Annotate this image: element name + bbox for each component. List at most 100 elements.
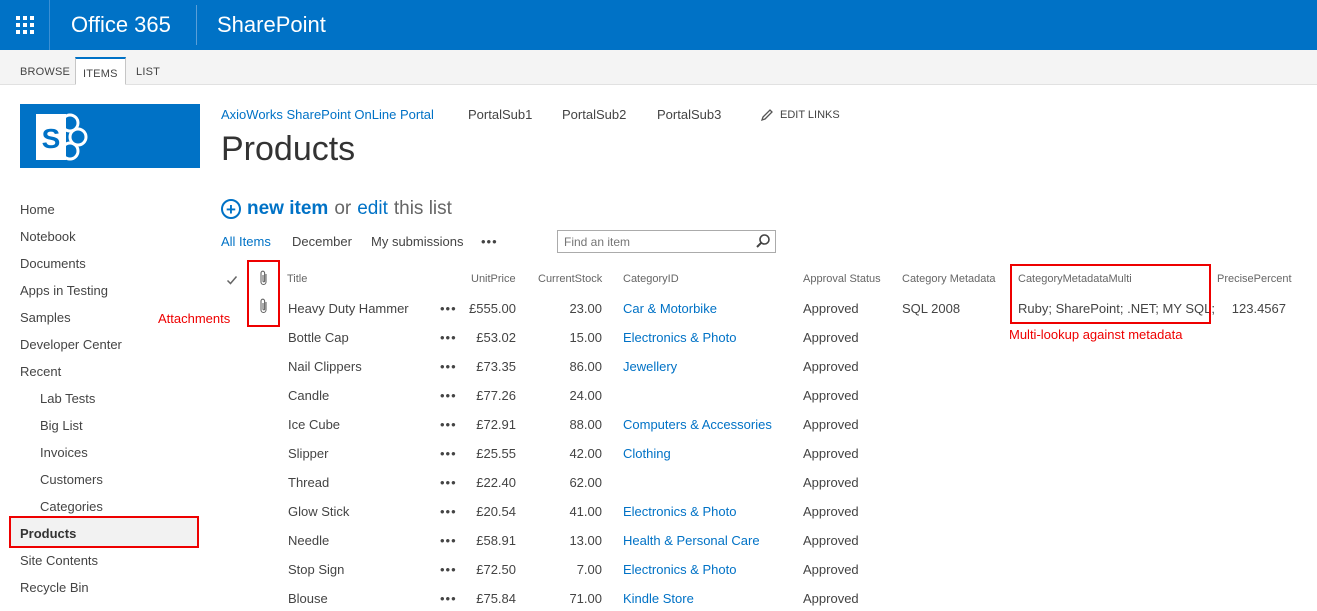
column-header-precise-percent[interactable]: PrecisePercent xyxy=(1217,273,1292,285)
column-header-category-metadata[interactable]: Category Metadata xyxy=(902,273,996,285)
item-title[interactable]: Stop Sign xyxy=(288,562,344,577)
item-categoryid-link[interactable]: Electronics & Photo xyxy=(623,330,736,345)
new-item-link[interactable]: new item xyxy=(247,198,328,220)
item-categoryid-link[interactable]: Car & Motorbike xyxy=(623,301,717,316)
item-approval-status: Approved xyxy=(803,591,859,606)
view-all-items[interactable]: All Items xyxy=(221,234,271,249)
item-title[interactable]: Thread xyxy=(288,475,329,490)
item-currentstock: 23.00 xyxy=(569,301,602,316)
leftnav-invoices[interactable]: Invoices xyxy=(40,445,88,460)
item-menu-button[interactable]: ••• xyxy=(440,417,457,432)
leftnav-recycle-bin[interactable]: Recycle Bin xyxy=(20,580,89,595)
search-icon[interactable] xyxy=(755,233,771,249)
pencil-icon xyxy=(760,109,773,122)
checkmark-icon[interactable] xyxy=(226,274,238,286)
edit-links-button[interactable]: EDIT LINKS xyxy=(760,108,840,122)
item-unitprice: £75.84 xyxy=(476,591,516,606)
item-approval-status: Approved xyxy=(803,417,859,432)
topnav-portalsub1[interactable]: PortalSub1 xyxy=(468,107,532,122)
tab-browse[interactable]: BROWSE xyxy=(13,57,77,85)
item-currentstock: 88.00 xyxy=(569,417,602,432)
item-approval-status: Approved xyxy=(803,388,859,403)
item-approval-status: Approved xyxy=(803,475,859,490)
tab-items[interactable]: ITEMS xyxy=(75,57,126,85)
view-december[interactable]: December xyxy=(292,234,352,249)
leftnav-samples[interactable]: Samples xyxy=(20,310,71,325)
search-input[interactable] xyxy=(557,230,776,253)
column-header-categoryid[interactable]: CategoryID xyxy=(623,273,679,285)
plus-circle-icon[interactable]: + xyxy=(221,199,241,219)
item-title[interactable]: Heavy Duty Hammer xyxy=(288,301,409,316)
item-unitprice: £73.35 xyxy=(476,359,516,374)
app-launcher-icon[interactable] xyxy=(0,0,50,50)
item-categoryid-link[interactable]: Electronics & Photo xyxy=(623,562,736,577)
leftnav-customers[interactable]: Customers xyxy=(40,472,103,487)
item-categoryid-link[interactable]: Computers & Accessories xyxy=(623,417,772,432)
column-header-approval-status[interactable]: Approval Status xyxy=(803,273,881,285)
column-header-unitprice[interactable]: UnitPrice xyxy=(471,273,516,285)
leftnav-site-contents[interactable]: Site Contents xyxy=(20,553,98,568)
item-title[interactable]: Nail Clippers xyxy=(288,359,362,374)
item-categoryid-link[interactable]: Kindle Store xyxy=(623,591,694,606)
item-title[interactable]: Needle xyxy=(288,533,329,548)
annotation-attachments-label: Attachments xyxy=(158,311,231,326)
item-menu-button[interactable]: ••• xyxy=(440,504,457,519)
item-approval-status: Approved xyxy=(803,359,859,374)
item-title[interactable]: Glow Stick xyxy=(288,504,349,519)
leftnav-developer-center[interactable]: Developer Center xyxy=(20,337,122,352)
this-list-text: this list xyxy=(393,198,452,219)
topnav-portalsub3[interactable]: PortalSub3 xyxy=(657,107,721,122)
item-categoryid-link[interactable]: Electronics & Photo xyxy=(623,504,736,519)
leftnav-documents[interactable]: Documents xyxy=(20,256,86,271)
site-logo[interactable]: S xyxy=(20,104,200,168)
item-unitprice: £53.02 xyxy=(476,330,516,345)
topnav-portalsub2[interactable]: PortalSub2 xyxy=(562,107,626,122)
leftnav-home[interactable]: Home xyxy=(20,202,55,217)
leftnav-notebook[interactable]: Notebook xyxy=(20,229,76,244)
edit-list-link[interactable]: edit xyxy=(357,198,388,220)
item-categoryid-link[interactable]: Jewellery xyxy=(623,359,677,374)
leftnav-categories[interactable]: Categories xyxy=(40,499,103,514)
new-item-bar: + new item or edit this list xyxy=(221,198,452,220)
item-approval-status: Approved xyxy=(803,504,859,519)
item-menu-button[interactable]: ••• xyxy=(440,330,457,345)
item-menu-button[interactable]: ••• xyxy=(440,359,457,374)
tab-list[interactable]: LIST xyxy=(129,57,167,85)
leftnav-apps-in-testing[interactable]: Apps in Testing xyxy=(20,283,108,298)
item-menu-button[interactable]: ••• xyxy=(440,388,457,403)
item-menu-button[interactable]: ••• xyxy=(440,446,457,461)
item-unitprice: £25.55 xyxy=(476,446,516,461)
column-header-title[interactable]: Title xyxy=(287,273,307,285)
topnav-site[interactable]: AxioWorks SharePoint OnLine Portal xyxy=(221,107,434,122)
or-text: or xyxy=(334,198,352,219)
sharepoint-logo-icon: S xyxy=(36,113,88,161)
leftnav-big-list[interactable]: Big List xyxy=(40,418,83,433)
app-name[interactable]: SharePoint xyxy=(217,12,326,38)
item-currentstock: 7.00 xyxy=(576,562,602,577)
view-my-submissions[interactable]: My submissions xyxy=(371,234,463,249)
item-title[interactable]: Candle xyxy=(288,388,329,403)
item-unitprice: £555.00 xyxy=(469,301,516,316)
item-menu-button[interactable]: ••• xyxy=(440,562,457,577)
item-currentstock: 24.00 xyxy=(569,388,602,403)
suite-divider xyxy=(196,5,197,45)
item-title[interactable]: Ice Cube xyxy=(288,417,340,432)
leftnav-recent[interactable]: Recent xyxy=(20,364,61,379)
item-menu-button[interactable]: ••• xyxy=(440,591,457,606)
item-categoryid-link[interactable]: Clothing xyxy=(623,446,671,461)
item-title[interactable]: Blouse xyxy=(288,591,328,606)
column-header-currentstock[interactable]: CurrentStock xyxy=(538,273,602,285)
views-more-button[interactable]: ••• xyxy=(481,234,498,249)
item-menu-button[interactable]: ••• xyxy=(440,475,457,490)
item-unitprice: £72.50 xyxy=(476,562,516,577)
item-currentstock: 42.00 xyxy=(569,446,602,461)
office365-brand[interactable]: Office 365 xyxy=(71,12,171,38)
item-currentstock: 41.00 xyxy=(569,504,602,519)
item-unitprice: £77.26 xyxy=(476,388,516,403)
item-title[interactable]: Bottle Cap xyxy=(288,330,349,345)
item-menu-button[interactable]: ••• xyxy=(440,533,457,548)
leftnav-lab-tests[interactable]: Lab Tests xyxy=(40,391,95,406)
item-categoryid-link[interactable]: Health & Personal Care xyxy=(623,533,760,548)
item-title[interactable]: Slipper xyxy=(288,446,328,461)
item-menu-button[interactable]: ••• xyxy=(440,301,457,316)
